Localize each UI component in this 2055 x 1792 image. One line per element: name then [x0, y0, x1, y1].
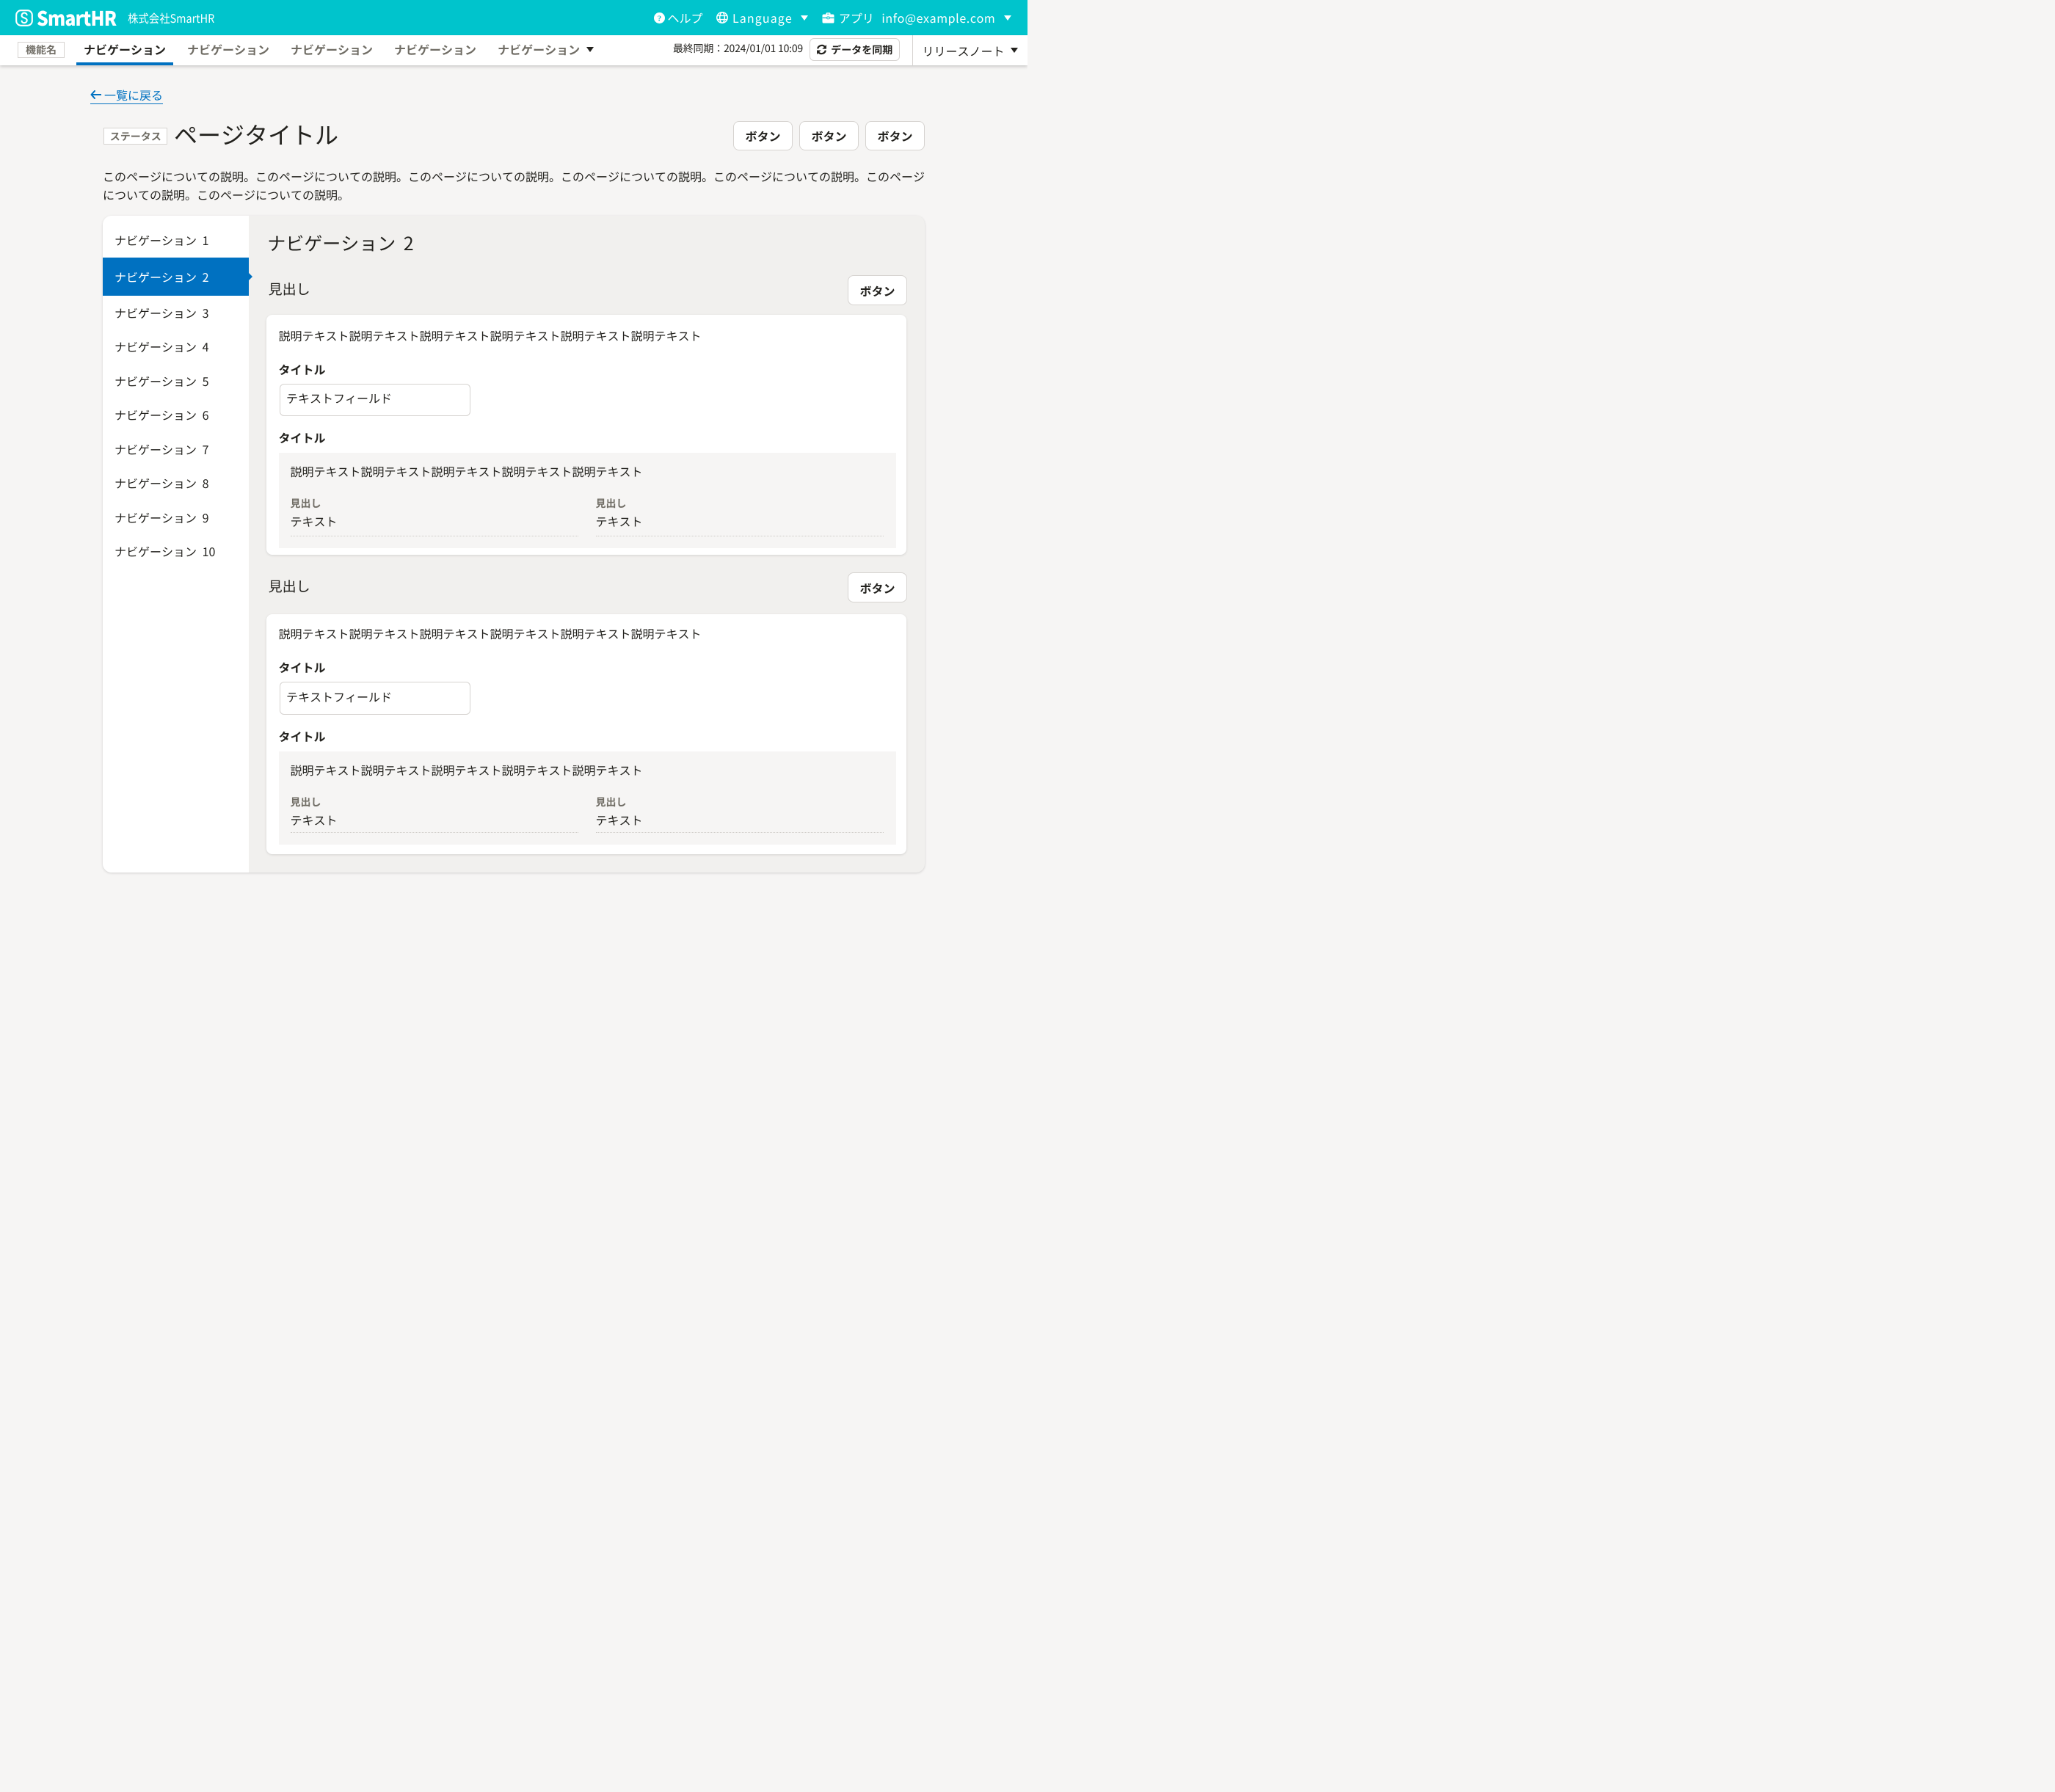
svg-text:?: ? [658, 12, 662, 23]
